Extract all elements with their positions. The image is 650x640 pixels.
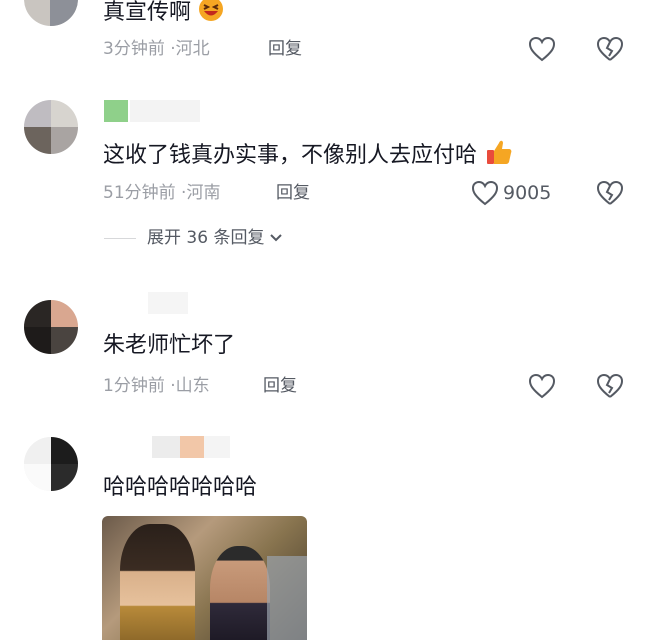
thumbs-up-icon [484,137,514,175]
reply-button[interactable]: 回复 [268,38,302,60]
chevron-down-icon [270,228,282,248]
comment-text: 朱老师忙坏了 [103,333,236,358]
reply-button[interactable]: 回复 [263,375,297,397]
comment-photo[interactable] [102,516,307,640]
broken-heart-icon[interactable] [596,36,624,62]
broken-heart-icon[interactable] [596,373,624,399]
like-heart-icon[interactable] [471,180,499,206]
comment-meta: 51分钟前 ·河南 [103,183,221,203]
avatar[interactable] [24,437,78,491]
comment-text: 这收了钱真办实事，不像别人去应付哈 [103,137,514,175]
like-heart-icon[interactable] [528,36,556,62]
avatar[interactable] [24,0,78,26]
comment-meta: 1分钟前 ·山东 [103,376,210,396]
avatar[interactable] [24,300,78,354]
comment-text: 哈哈哈哈哈哈哈 [103,475,258,500]
grinning-squint-face-icon [198,0,224,30]
avatar[interactable] [24,100,78,154]
comment-text: 真宣传啊 [103,0,224,30]
expand-replies-button[interactable]: 展开 36 条回复 [147,227,282,249]
reply-button[interactable]: 回复 [276,182,310,204]
broken-heart-icon[interactable] [596,180,624,206]
comment-meta: 3分钟前 ·河北 [103,39,210,59]
like-heart-icon[interactable] [528,373,556,399]
expand-divider [104,238,136,239]
like-count: 9005 [503,182,552,204]
